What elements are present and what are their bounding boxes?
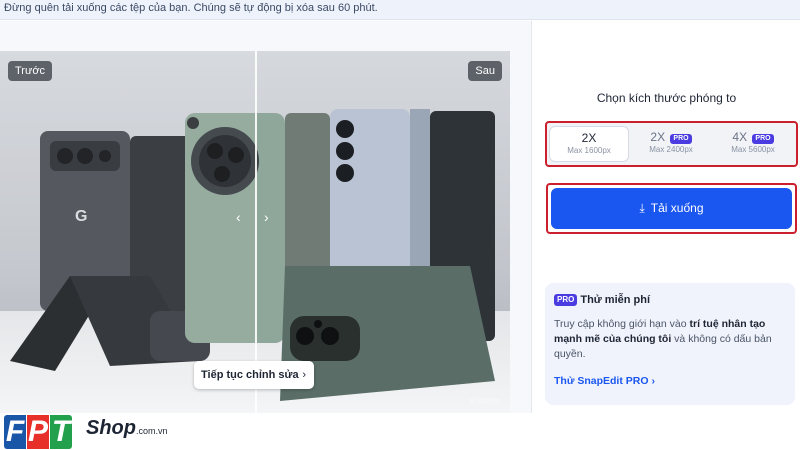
logo-letter: P <box>27 415 49 449</box>
preview-panel: G Trước Sau ‹ › Tiếp tục chỉnh sửa › © f… <box>0 21 532 413</box>
pro-badge: PRO <box>752 134 774 144</box>
editor-main: G Trước Sau ‹ › Tiếp tục chỉnh sửa › © f… <box>0 21 800 413</box>
download-button[interactable]: ⤓ Tải xuống <box>551 188 792 229</box>
size-option-2x[interactable]: 2X Max 1600px <box>549 126 629 162</box>
chevron-right-icon: › <box>302 369 306 381</box>
size-option-label: 2X <box>581 131 597 145</box>
upscale-panel: Chọn kích thước phóng to 2X Max 1600px 2… <box>533 21 800 413</box>
size-option-max: Max 2400px <box>649 145 693 154</box>
pro-badge: PRO <box>670 134 692 144</box>
upscale-title: Chọn kích thước phóng to <box>596 91 737 105</box>
promo-description: Truy cập không giới hạn vào trí tuệ nhân… <box>554 317 786 362</box>
shop-wordmark: Shop.com.vn <box>86 417 168 440</box>
promo-title: Thử miễn phí <box>580 294 651 306</box>
promo-header: PRO Thử miễn phí <box>554 294 650 306</box>
chevron-left-icon[interactable]: ‹ <box>236 209 241 225</box>
pro-trial-card: PRO Thử miễn phí Truy cập không giới hạn … <box>545 283 795 405</box>
footer-brand: F P T Shop.com.vn <box>0 413 800 450</box>
logo-letter: T <box>50 415 72 449</box>
before-after-preview[interactable]: G Trước Sau ‹ › Tiếp tục chỉnh sửa › © f… <box>0 51 510 413</box>
notice-banner: Đừng quên tải xuống các tệp của bạn. Chú… <box>0 0 800 20</box>
shop-domain: .com.vn <box>136 426 168 436</box>
size-option-max: Max 1600px <box>567 146 611 155</box>
photo-watermark: © fptshop <box>469 398 500 405</box>
chevron-right-icon[interactable]: › <box>264 209 269 225</box>
size-option-max: Max 5600px <box>731 145 775 154</box>
size-option-label: 4X <box>732 130 748 144</box>
download-icon: ⤓ <box>639 201 645 215</box>
size-option-4x-pro[interactable]: 4X PRO Max 5600px <box>713 126 793 162</box>
notice-text: Đừng quên tải xuống các tệp của bạn. Chú… <box>4 2 378 14</box>
download-highlight: ⤓ Tải xuống <box>546 183 797 234</box>
size-option-label: 2X <box>650 130 666 144</box>
after-label: Sau <box>468 61 502 81</box>
size-option-2x-pro[interactable]: 2X PRO Max 2400px <box>631 126 711 162</box>
download-label: Tải xuống <box>650 201 704 215</box>
pro-badge: PRO <box>554 294 578 306</box>
compare-slider-handle[interactable] <box>255 51 257 413</box>
upscale-size-selector: 2X Max 1600px 2X PRO Max 2400px 4X PRO M… <box>545 121 798 167</box>
logo-letter: F <box>4 415 26 449</box>
try-pro-label: Thử SnapEdit PRO <box>554 375 649 387</box>
try-pro-link[interactable]: Thử SnapEdit PRO › <box>554 375 655 387</box>
continue-editing-label: Tiếp tục chỉnh sửa <box>201 369 299 381</box>
continue-editing-button[interactable]: Tiếp tục chỉnh sửa › <box>194 361 314 389</box>
before-label: Trước <box>8 61 53 81</box>
promo-text: Truy cập không giới hạn vào <box>554 318 690 330</box>
chevron-right-icon: › <box>651 375 655 387</box>
shop-name: Shop <box>86 417 136 439</box>
